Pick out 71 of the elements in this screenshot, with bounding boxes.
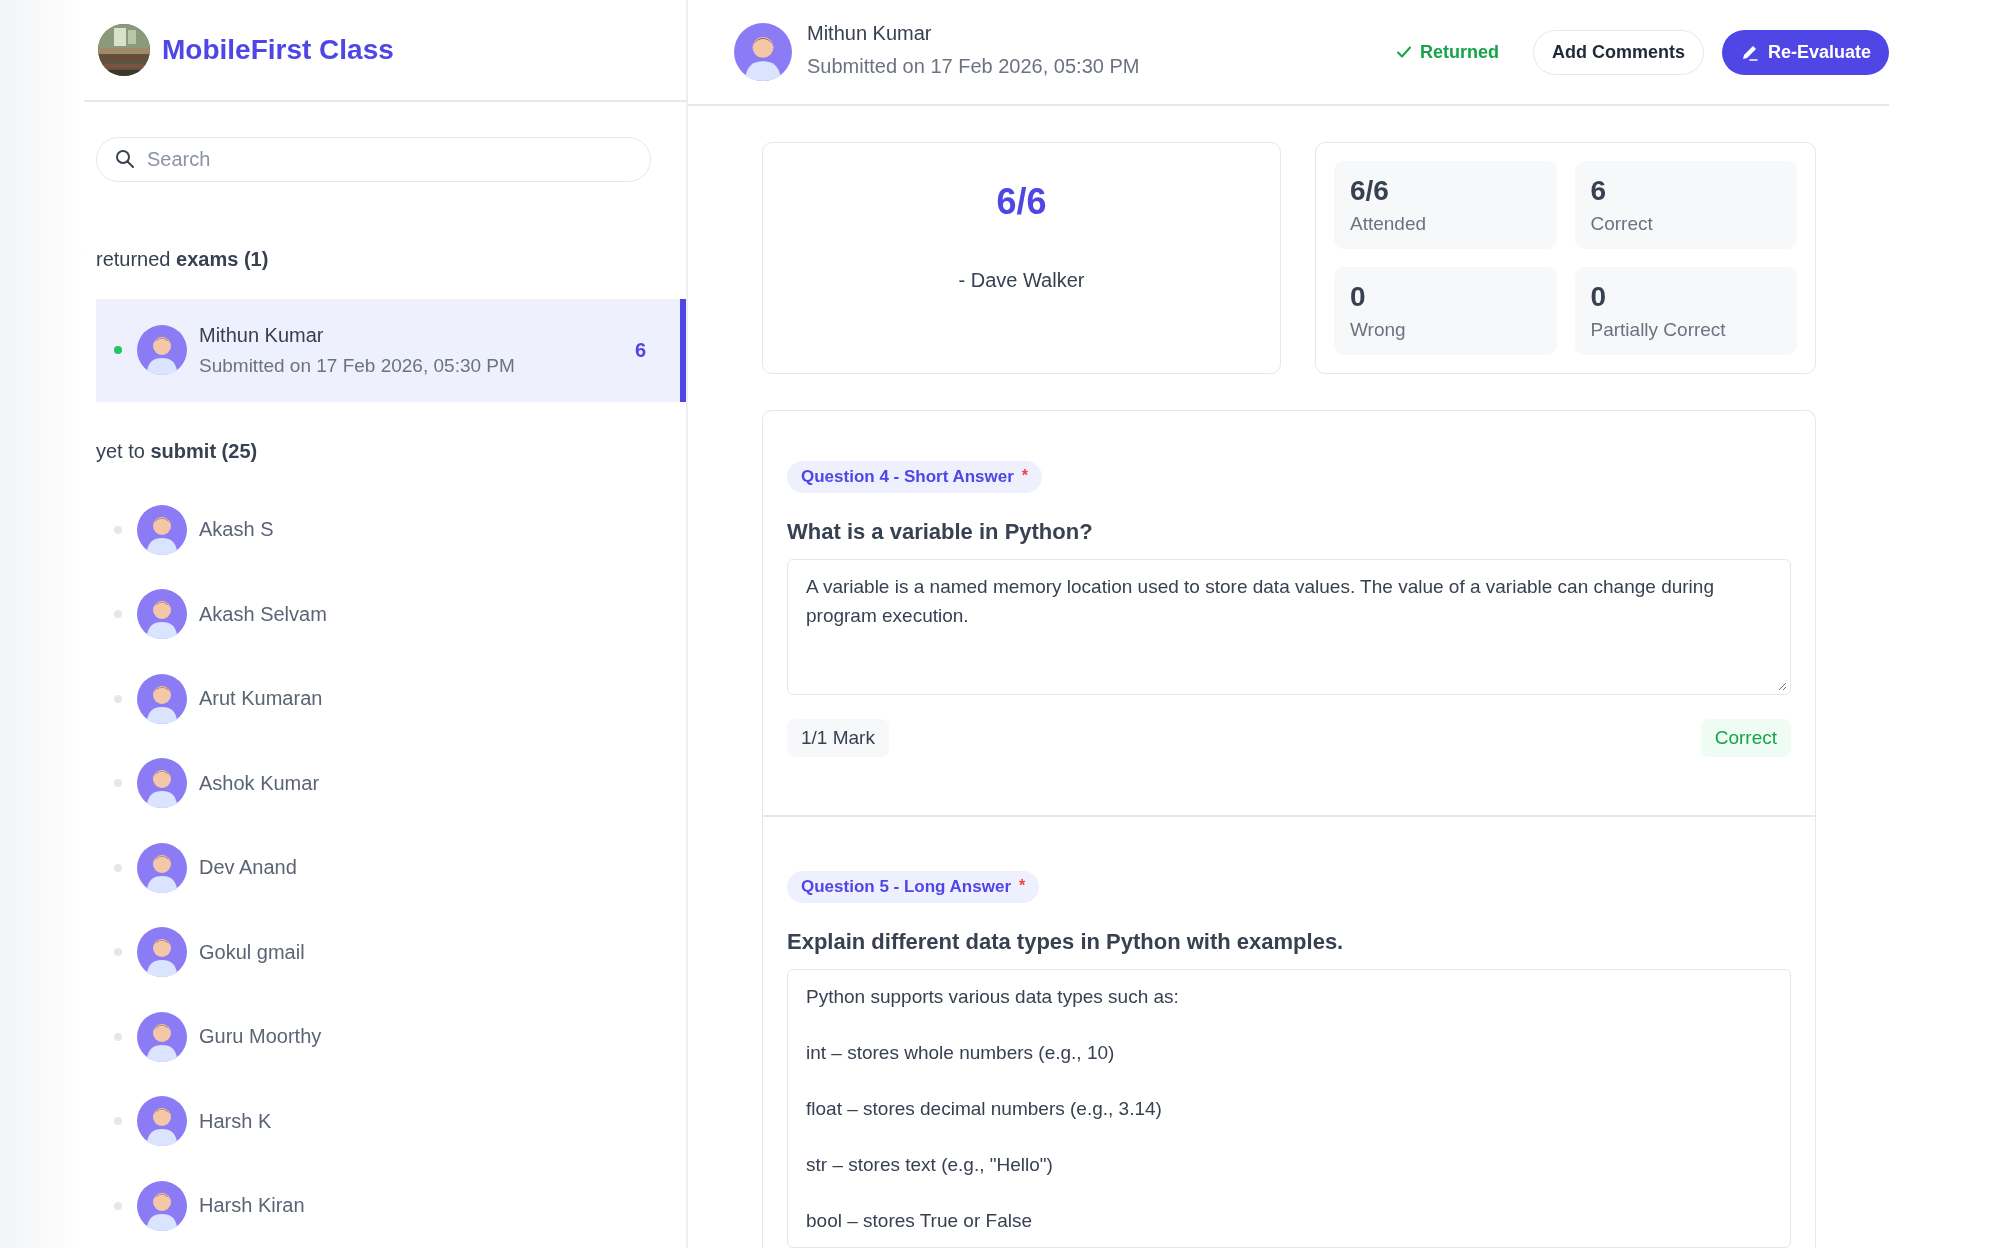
student-row[interactable]: Ashok Kumar <box>96 741 686 826</box>
question-title: Explain different data types in Python with examples. <box>787 929 1345 955</box>
student-name: Akash S <box>199 518 274 542</box>
student-name: Mithun Kumar <box>199 323 325 347</box>
answer-text: int – stores whole numbers (e.g., 10) <box>806 1041 1116 1065</box>
evaluator-name: - Dave Walker <box>958 269 1085 292</box>
section-heading: yet to submit (25) <box>96 439 259 463</box>
result-badge: Correct <box>1700 719 1791 757</box>
search-field[interactable]: Search <box>96 136 651 182</box>
add-comments-button[interactable]: Add Comments <box>1532 29 1704 75</box>
student-name: Dev Anand <box>199 856 297 880</box>
avatar-icon <box>137 842 187 893</box>
student-row[interactable]: Gokul gmail <box>96 910 686 995</box>
answer-text: float – stores decimal numbers (e.g., 3.14) <box>806 1097 1163 1121</box>
app-title: MobileFirst Class <box>162 33 394 66</box>
student-name: Arut Kumaran <box>199 687 323 711</box>
avatar-icon <box>137 1180 187 1231</box>
section-heading: returned exams (1) <box>96 247 270 271</box>
stat-label: Attended <box>1350 213 1428 235</box>
student-row[interactable]: Akash S <box>96 487 686 572</box>
answer-box[interactable]: Python supports various data types such as: int – stores whole numbers (e.g., 10) float – stores decimal numbers (e.g., 3.14) str – stores text (e.g., "Hello") bool – stores True or False <box>787 969 1791 1248</box>
question-type: Question 5 - Long Answer <box>801 877 1011 897</box>
student-name: Gokul gmail <box>199 940 305 964</box>
total-score: 6/6 <box>996 181 1047 223</box>
student-row[interactable]: Harsh K <box>96 1079 686 1164</box>
avatar-icon <box>137 758 187 809</box>
stat-value: 6 <box>1590 175 1608 207</box>
avatar-icon <box>137 673 187 724</box>
stat-value: 0 <box>1350 281 1367 313</box>
submission-time: Submitted on 17 Feb 2026, 05:30 PM <box>807 55 1140 78</box>
avatar-icon <box>137 589 187 640</box>
question-title: What is a variable in Python? <box>787 519 1094 545</box>
answer-text: str – stores text (e.g., "Hello") <box>806 1153 1054 1177</box>
required-marker: * <box>1021 467 1029 485</box>
avatar-icon <box>137 325 187 376</box>
avatar-icon <box>137 504 187 555</box>
status-label: Returned <box>1419 41 1499 63</box>
question-type: Question 4 - Short Answer <box>801 467 1014 487</box>
answer-box[interactable]: A variable is a named memory location used to store data values. The value of a variable can change during program execution. <box>787 559 1791 695</box>
student-row[interactable]: Guru Moorthy <box>96 994 686 1079</box>
submission-time: Submitted on 17 Feb 2026, 05:30 PM <box>199 354 515 377</box>
resize-handle-icon[interactable] <box>1777 681 1787 691</box>
stat-label: Partially Correct <box>1590 319 1727 341</box>
answer-text: Python supports various data types such as: <box>806 985 1180 1009</box>
student-row[interactable]: Dev Anand <box>96 825 686 910</box>
student-name: Harsh Kiran <box>199 1194 305 1218</box>
avatar-icon <box>137 1011 187 1062</box>
student-name: Mithun Kumar <box>807 22 933 45</box>
avatar-icon <box>734 23 792 81</box>
answer-text: bool – stores True or False <box>806 1209 1033 1233</box>
re-evaluate-button[interactable]: Re-Evaluate <box>1721 29 1889 75</box>
stat-label: Wrong <box>1350 319 1407 341</box>
student-row[interactable]: Harsh Kiran <box>96 1163 686 1248</box>
check-icon <box>1395 44 1412 60</box>
student-row[interactable]: Arut Kumaran <box>96 656 686 741</box>
student-row[interactable]: Akash Selvam <box>96 572 686 657</box>
student-name: Harsh K <box>199 1109 272 1133</box>
student-row[interactable]: Mithun Kumar Submitted on 17 Feb 2026, 05:30 PM 6 <box>96 298 686 402</box>
avatar-icon <box>137 927 187 978</box>
stat-label: Correct <box>1590 213 1654 235</box>
stat-value: 0 <box>1590 281 1608 313</box>
search-icon <box>115 148 135 169</box>
avatar-icon <box>137 1096 187 1147</box>
student-name: Ashok Kumar <box>199 771 320 795</box>
student-name: Akash Selvam <box>199 602 327 626</box>
answer-text: A variable is a named memory location used to store data values. The value of a variable can change during program execution. <box>806 575 1715 628</box>
score-count: 6 <box>634 338 646 362</box>
stat-value: 6/6 <box>1350 175 1390 207</box>
student-name: Guru Moorthy <box>199 1025 322 1049</box>
required-marker: * <box>1019 877 1026 895</box>
mark-badge: 1/1 Mark <box>787 719 889 757</box>
